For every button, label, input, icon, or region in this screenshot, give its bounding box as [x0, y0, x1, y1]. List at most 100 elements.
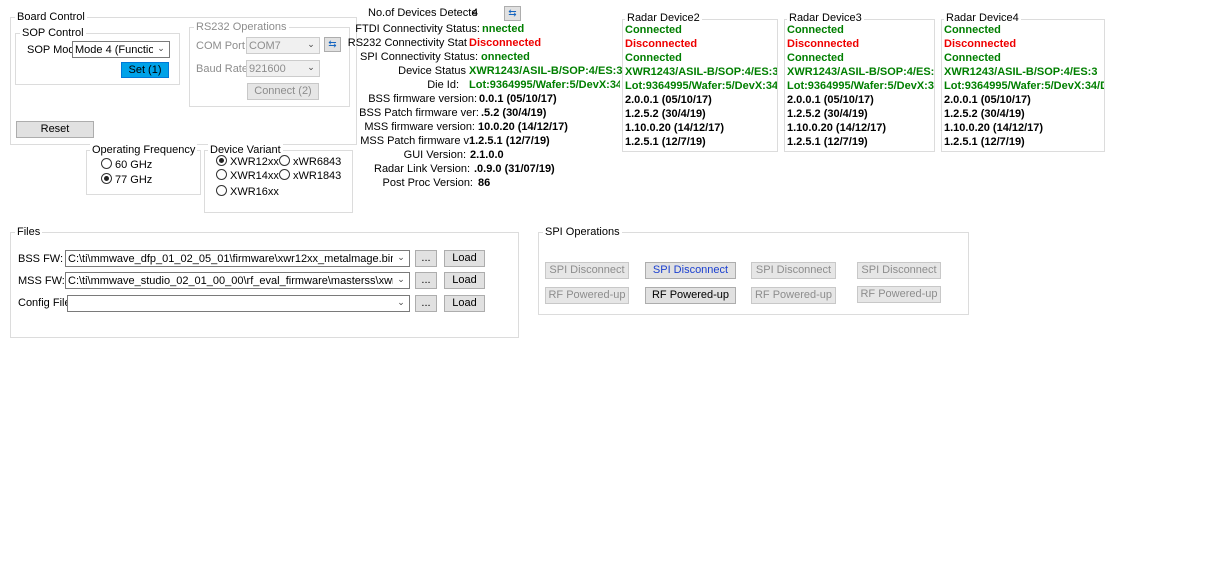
devices-detected-value: 4: [472, 7, 479, 19]
config-load-button[interactable]: Load: [444, 295, 485, 312]
bss-patch-value: .5.2 (30/4/19): [481, 107, 547, 119]
device3-bss-fw: 2.0.0.1 (05/10/17): [787, 94, 874, 106]
refresh-devices-icon[interactable]: ⇆: [504, 6, 521, 21]
device3-status: XWR1243/ASIL-B/SOP:4/ES:3: [787, 66, 935, 78]
device4-mss-patch: 1.2.5.1 (12/7/19): [944, 136, 1025, 148]
device4-spi: Connected: [944, 52, 1001, 64]
radio-selected-icon: [216, 155, 227, 166]
radar-device4-group: Connected Disconnected Connected XWR1243…: [941, 19, 1105, 152]
device3-mss-patch: 1.2.5.1 (12/7/19): [787, 136, 868, 148]
bss-fw-path-value: C:\ti\mmwave_dfp_01_02_05_01\firmware\xw…: [68, 253, 393, 265]
connect-button[interactable]: Connect (2): [247, 83, 319, 100]
gui-version-value: 2.1.0.0: [470, 149, 504, 161]
die-id-value: Lot:9364995/Wafer:5/DevX:34/D: [469, 79, 620, 91]
chevron-down-icon: ⌄: [157, 43, 165, 53]
spi-operations-title: SPI Operations: [543, 226, 622, 238]
config-file-label: Config File: [18, 297, 71, 309]
com-port-select[interactable]: COM7 ⌄: [246, 37, 320, 54]
device2-rs232: Disconnected: [625, 38, 698, 50]
device3-die-id: Lot:9364995/Wafer:5/DevX:34/D: [787, 80, 935, 92]
device2-ftdi: Connected: [625, 24, 682, 36]
device-status-value: XWR1243/ASIL-B/SOP:4/ES:3: [469, 65, 623, 77]
mss-fw-file-label: MSS FW:: [18, 275, 65, 287]
radar-device3-group: Connected Disconnected Connected XWR1243…: [784, 19, 935, 152]
radio-xwr12xx[interactable]: XWR12xx: [216, 155, 279, 168]
devices-detected-label: No.of Devices Detecte: [368, 7, 478, 19]
device4-bss-fw: 2.0.0.1 (05/10/17): [944, 94, 1031, 106]
mss-browse-button[interactable]: ...: [415, 272, 437, 289]
rf-powered-up-button-1[interactable]: RF Powered-up: [545, 287, 629, 304]
device4-rs232: Disconnected: [944, 38, 1017, 50]
radio-icon: [279, 155, 290, 166]
baud-rate-select[interactable]: 921600 ⌄: [246, 60, 320, 77]
rf-powered-up-button-3[interactable]: RF Powered-up: [751, 287, 836, 304]
bss-browse-button[interactable]: ...: [415, 250, 437, 267]
sop-control-title: SOP Control: [20, 27, 86, 39]
mss-patch-value: 1.2.5.1 (12/7/19): [469, 135, 550, 147]
radar-device3-title: Radar Device3: [787, 12, 864, 24]
device-status-label: Device Status: [398, 65, 466, 77]
bss-fw-label: BSS firmware version:: [368, 93, 477, 105]
device4-ftdi: Connected: [944, 24, 1001, 36]
radio-xwr1843[interactable]: xWR1843: [279, 169, 341, 182]
device3-bss-patch: 1.2.5.2 (30/4/19): [787, 108, 868, 120]
device4-mss-fw: 1.10.0.20 (14/12/17): [944, 122, 1044, 134]
gui-version-label: GUI Version:: [403, 149, 466, 161]
refresh-ports-icon[interactable]: ⇆: [324, 37, 341, 52]
device4-status: XWR1243/ASIL-B/SOP:4/ES:3: [944, 66, 1098, 78]
spi-disconnect-button-4[interactable]: SPI Disconnect: [857, 262, 941, 279]
baud-rate-label: Baud Rate: [196, 63, 248, 75]
device2-spi: Connected: [625, 52, 682, 64]
device3-rs232: Disconnected: [787, 38, 860, 50]
baud-rate-value: 921600: [249, 63, 286, 75]
die-id-label: Die Id:: [427, 79, 459, 91]
sop-mode-value: Mode 4 (Function: [75, 44, 153, 56]
chevron-down-icon: ⌄: [307, 39, 315, 49]
radio-icon: [279, 169, 290, 180]
spi-status-label: SPI Connectivity Status:: [360, 51, 478, 63]
bss-fw-file-label: BSS FW:: [18, 253, 64, 265]
mss-fw-label: MSS firmware version:: [364, 121, 475, 133]
radio-xwr14xx[interactable]: XWR14xx: [216, 169, 279, 182]
radio-xwr6843[interactable]: xWR6843: [279, 155, 341, 168]
radar-link-label: Radar Link Version:: [374, 163, 470, 175]
board-control-title: Board Control: [15, 11, 87, 23]
spi-disconnect-button-3[interactable]: SPI Disconnect: [751, 262, 836, 279]
mss-fw-value: 10.0.20 (14/12/17): [478, 121, 568, 133]
spi-disconnect-button-1[interactable]: SPI Disconnect: [545, 262, 629, 279]
spi-disconnect-button-2[interactable]: SPI Disconnect: [645, 262, 736, 279]
post-proc-label: Post Proc Version:: [382, 177, 474, 189]
radio-selected-icon: [101, 173, 112, 184]
radio-xwr16xx[interactable]: XWR16xx: [216, 185, 279, 198]
rs232-status-value: Disconnected: [469, 37, 542, 49]
radar-device4-title: Radar Device4: [944, 12, 1021, 24]
set-button[interactable]: Set (1): [121, 62, 169, 78]
bss-load-button[interactable]: Load: [444, 250, 485, 267]
ftdi-status-label: FTDI Connectivity Status:: [355, 23, 480, 35]
reset-button[interactable]: Reset: [16, 121, 94, 138]
config-browse-button[interactable]: ...: [415, 295, 437, 312]
radar-device2-title: Radar Device2: [625, 12, 702, 24]
device2-die-id: Lot:9364995/Wafer:5/DevX:34/De: [625, 80, 778, 92]
device2-mss-patch: 1.2.5.1 (12/7/19): [625, 136, 706, 148]
rf-powered-up-button-4[interactable]: RF Powered-up: [857, 286, 941, 303]
bss-fw-path-select[interactable]: C:\ti\mmwave_dfp_01_02_05_01\firmware\xw…: [65, 250, 410, 267]
chevron-down-icon: ⌄: [307, 62, 315, 72]
radar-device2-group: Connected Disconnected Connected XWR1243…: [622, 19, 778, 152]
spi-status-value: onnected: [481, 51, 530, 63]
radio-77ghz[interactable]: 77 GHz: [101, 173, 152, 186]
mss-load-button[interactable]: Load: [444, 272, 485, 289]
radio-60ghz[interactable]: 60 GHz: [101, 158, 152, 171]
bss-fw-value: 0.0.1 (05/10/17): [479, 93, 557, 105]
rf-powered-up-button-2[interactable]: RF Powered-up: [645, 287, 736, 304]
com-port-value: COM7: [249, 40, 281, 52]
mss-fw-path-select[interactable]: C:\ti\mmwave_studio_02_01_00_00\rf_eval_…: [65, 272, 410, 289]
config-file-select[interactable]: ⌄: [67, 295, 410, 312]
rs232-title: RS232 Operations: [194, 21, 289, 33]
device3-ftdi: Connected: [787, 24, 844, 36]
ftdi-status-value: nnected: [482, 23, 525, 35]
com-port-label: COM Port: [196, 40, 245, 52]
files-title: Files: [15, 226, 43, 238]
chevron-down-icon: ⌄: [397, 297, 405, 307]
sop-mode-select[interactable]: Mode 4 (Function ⌄: [72, 41, 170, 58]
